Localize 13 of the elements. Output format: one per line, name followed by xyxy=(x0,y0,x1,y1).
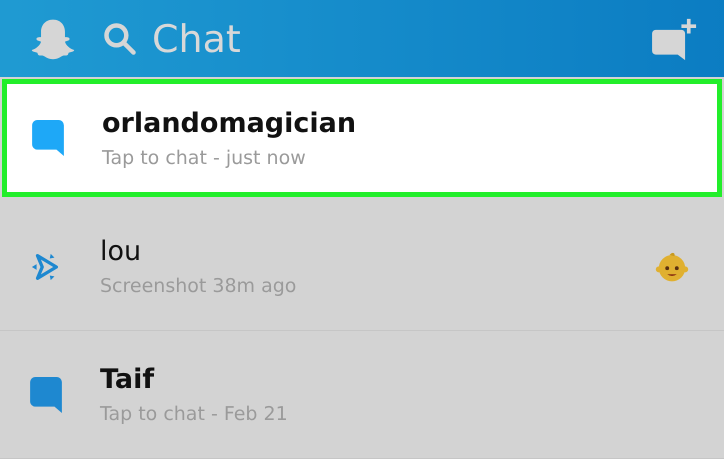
new-chat-icon[interactable] xyxy=(652,16,698,60)
chat-row[interactable]: orlandomagician Tap to chat - just now xyxy=(2,79,722,197)
chat-row[interactable]: Taif Tap to chat - Feb 21 xyxy=(0,331,724,459)
chat-status: Tap to chat - Feb 21 xyxy=(100,403,289,425)
contact-name: Taif xyxy=(100,364,156,395)
chat-status: Screenshot 38m ago xyxy=(100,275,298,297)
ghost-icon[interactable] xyxy=(30,16,76,60)
search-icon[interactable] xyxy=(102,20,138,56)
contact-name: orlandomagician xyxy=(102,108,358,138)
contact-name: lou xyxy=(100,236,142,267)
screen-title: Chat xyxy=(152,16,242,60)
chat-status: Tap to chat - just now xyxy=(102,146,307,168)
chat-row[interactable]: lou Screenshot 38m ago xyxy=(0,203,724,331)
